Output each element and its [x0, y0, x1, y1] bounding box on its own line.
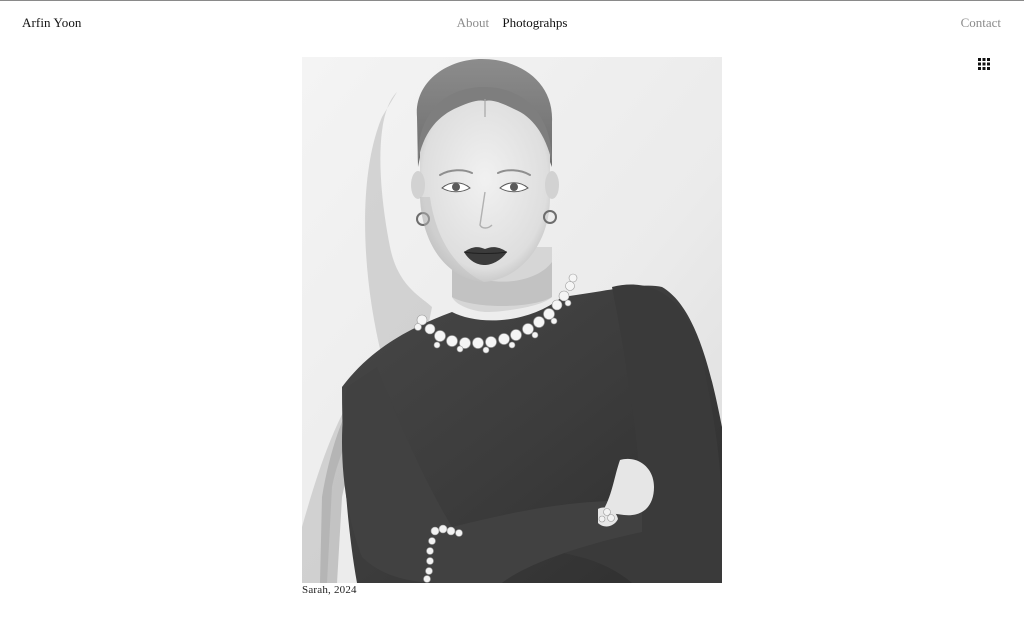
site-header: Arfin Yoon About Photograhps Contact: [0, 1, 1024, 45]
grid-view-icon[interactable]: [978, 57, 990, 70]
photo-caption: Sarah, 2024: [302, 584, 357, 596]
main-nav: About Photograhps: [0, 15, 1024, 31]
nav-photographs[interactable]: Photograhps: [502, 15, 567, 30]
portrait-photo[interactable]: [302, 57, 722, 583]
nav-contact[interactable]: Contact: [961, 15, 1001, 31]
nav-about[interactable]: About: [457, 15, 490, 30]
